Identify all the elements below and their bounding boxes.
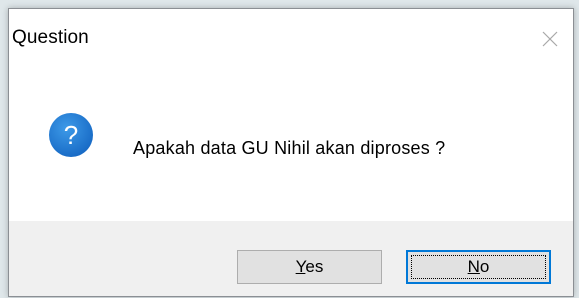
button-bar: Yes No: [9, 221, 573, 296]
message-text: Apakah data GU Nihil akan diproses ?: [133, 138, 446, 158]
svg-text:?: ?: [64, 120, 78, 150]
question-icon: ?: [49, 113, 93, 157]
no-button[interactable]: No: [406, 250, 551, 284]
title-bar: Question: [9, 9, 573, 69]
no-button-label: No: [467, 257, 490, 276]
dialog-title: Question: [12, 27, 89, 48]
close-button[interactable]: [527, 9, 573, 69]
yes-button-label: Yes: [295, 257, 324, 276]
yes-button[interactable]: Yes: [237, 250, 382, 284]
question-dialog: Question ? Apakah data GU Nihil akan dip…: [8, 8, 574, 297]
message-area: ? Apakah data GU Nihil akan diproses ?: [9, 69, 573, 221]
close-icon: [542, 31, 558, 47]
